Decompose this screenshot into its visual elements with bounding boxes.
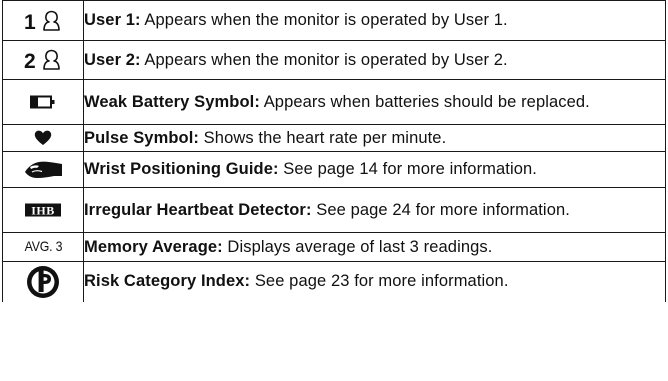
user-2-icon: 2 — [23, 49, 63, 73]
user-2-icon-number: 2 — [24, 50, 36, 71]
legend-text: See page 24 for more information. — [311, 200, 570, 219]
legend-term: Irregular Heartbeat Detector: — [84, 200, 312, 219]
legend-description: Irregular Heartbeat Detector: See page 2… — [83, 187, 666, 233]
legend-row-memory-average: AVG. 3 Memory Average: Displays average … — [2, 232, 666, 262]
legend-row-risk-category: Risk Category Index: See page 23 for mor… — [2, 261, 666, 302]
legend-description: User 1: Appears when the monitor is oper… — [83, 0, 666, 41]
legend-text: See page 23 for more information. — [250, 272, 509, 291]
legend-text: Displays average of last 3 readings. — [222, 237, 493, 256]
legend-row-ihb: IHB Irregular Heartbeat Detector: See pa… — [2, 187, 666, 233]
ihb-icon: IHB — [25, 203, 61, 217]
user-1-icon-number: 1 — [24, 11, 36, 32]
legend-icon-cell — [2, 261, 84, 302]
legend-text: Appears when batteries should be replace… — [259, 92, 590, 111]
legend-text: See page 14 for more information. — [278, 160, 537, 178]
legend-row-wrist-guide: Wrist Positioning Guide: See page 14 for… — [2, 151, 666, 188]
legend-icon-cell — [2, 151, 84, 188]
legend-term: Memory Average: — [84, 237, 223, 256]
legend-icon-cell: 2 — [2, 40, 84, 80]
memory-average-icon: AVG. 3 — [24, 238, 62, 254]
legend-row-user-1: 1 User 1: Appears when the monitor is op… — [2, 0, 666, 41]
legend-term: Wrist Positioning Guide: — [84, 160, 279, 178]
heart-icon — [34, 130, 52, 146]
weak-battery-icon — [30, 95, 56, 109]
legend-row-pulse: Pulse Symbol: Shows the heart rate per m… — [2, 124, 666, 152]
risk-category-icon — [26, 265, 60, 299]
legend-text: Appears when the monitor is operated by … — [140, 50, 508, 69]
legend-icon-cell: IHB — [2, 187, 84, 233]
legend-term: User 1: — [84, 11, 141, 29]
legend-icon-cell: AVG. 3 — [2, 232, 84, 262]
legend-description: Memory Average: Displays average of last… — [83, 232, 666, 262]
symbol-legend-page: 1 User 1: Appears when the monitor is op… — [0, 0, 668, 381]
legend-description: Risk Category Index: See page 23 for mor… — [83, 261, 666, 302]
user-1-icon: 1 — [23, 10, 63, 34]
symbol-legend-table: 1 User 1: Appears when the monitor is op… — [2, 0, 666, 302]
legend-icon-cell — [2, 124, 84, 152]
legend-description: Weak Battery Symbol: Appears when batter… — [83, 79, 666, 125]
legend-icon-cell — [2, 79, 84, 125]
legend-row-user-2: 2 User 2: Appears when the monitor is op… — [2, 40, 666, 80]
legend-description: Pulse Symbol: Shows the heart rate per m… — [83, 124, 666, 152]
legend-description: Wrist Positioning Guide: See page 14 for… — [83, 151, 666, 188]
legend-term: Risk Category Index: — [84, 272, 251, 291]
legend-icon-cell: 1 — [2, 0, 84, 41]
legend-text: Shows the heart rate per minute. — [199, 128, 447, 147]
legend-term: Pulse Symbol: — [84, 128, 199, 147]
legend-term: Weak Battery Symbol: — [84, 92, 260, 111]
legend-description: User 2: Appears when the monitor is oper… — [83, 40, 666, 80]
wrist-guide-icon — [23, 159, 63, 181]
legend-term: User 2: — [84, 50, 141, 69]
legend-text: Appears when the monitor is operated by … — [140, 11, 508, 29]
legend-row-weak-battery: Weak Battery Symbol: Appears when batter… — [2, 79, 666, 125]
ihb-icon-label: IHB — [31, 203, 55, 217]
